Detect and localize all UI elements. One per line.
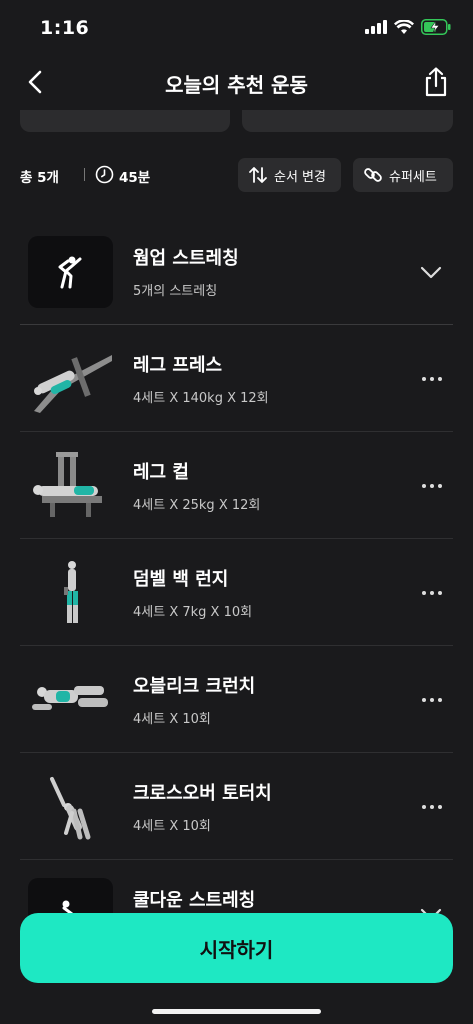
signal-icon [365,20,387,34]
status-time: 1:16 [40,17,90,39]
exercise-name: 오블리크 크런치 [133,676,256,697]
clock-icon [95,165,114,184]
reorder-button[interactable]: 순서 변경 [238,158,341,192]
superset-button[interactable]: 슈퍼세트 [353,158,453,192]
home-indicator [152,1009,321,1014]
exercise-detail: 4세트 X 140kg X 12회 [133,391,269,406]
reorder-label: 순서 변경 [274,169,326,185]
workout-summary: 총 5개 45분 순서 변경 슈퍼세트 [20,158,453,192]
more-icon[interactable] [421,796,443,818]
battery-charging-icon [421,19,451,35]
exercise-name: 덤벨 백 런지 [133,569,229,590]
chevron-down-icon[interactable] [419,260,443,284]
leg-press-illustration [34,355,112,413]
status-bar: 1:16 [0,0,473,56]
exercise-name: 레그 프레스 [133,355,223,376]
exercise-detail: 5개의 스트레칭 [133,284,218,299]
warmup-row[interactable]: 웜업 스트레칭 5개의 스트레칭 [20,218,453,325]
exercise-thumbnail [28,450,113,522]
exercise-thumbnail [28,557,113,629]
exercise-row[interactable]: 레그 프레스 4세트 X 140kg X 12회 [20,325,453,432]
crossover-toe-touch-illustration [50,777,91,840]
exercise-detail: 4세트 X 10회 [133,712,211,727]
wifi-icon [394,19,414,34]
info-card-peek [20,110,230,132]
more-icon[interactable] [421,368,443,390]
sort-arrows-icon [249,167,267,183]
more-icon[interactable] [421,689,443,711]
exercise-row[interactable]: 레그 컬 4세트 X 25kg X 12회 [20,432,453,539]
share-icon[interactable] [421,66,451,98]
exercise-thumbnail [28,771,113,843]
link-icon [364,168,382,182]
leg-curl-illustration [33,452,102,517]
dumbbell-back-lunge-illustration [64,561,78,623]
status-icons [365,19,451,35]
info-card-peek [242,110,453,132]
exercise-count: 총 5개 [20,170,59,186]
start-button[interactable]: 시작하기 [20,913,453,983]
more-icon[interactable] [421,582,443,604]
exercise-row[interactable]: 덤벨 백 런지 4세트 X 7kg X 10회 [20,539,453,646]
superset-label: 슈퍼세트 [389,169,437,185]
exercise-name: 쿨다운 스트레칭 [133,890,256,911]
page-title: 오늘의 추천 운동 [165,73,308,97]
exercise-thumbnail [28,664,113,736]
more-icon[interactable] [421,475,443,497]
exercise-row[interactable]: 크로스오버 토터치 4세트 X 10회 [20,753,453,860]
exercise-detail: 4세트 X 25kg X 12회 [133,498,261,513]
exercise-detail: 4세트 X 10회 [133,819,211,834]
exercise-name: 웜업 스트레칭 [133,248,239,269]
exercise-detail: 4세트 X 7kg X 10회 [133,605,253,620]
start-button-label: 시작하기 [199,937,274,962]
oblique-crunch-illustration [32,686,108,710]
nav-bar: 오늘의 추천 운동 [0,56,473,110]
exercise-list: 웜업 스트레칭 5개의 스트레칭 레그 프레스 4세트 X 140kg X 12… [20,218,453,967]
divider [84,168,85,181]
workout-duration: 45분 [119,170,151,186]
exercise-name: 레그 컬 [133,462,189,483]
exercise-name: 크로스오버 토터치 [133,783,272,804]
exercise-row[interactable]: 오블리크 크런치 4세트 X 10회 [20,646,453,753]
warmup-thumbnail [28,236,113,308]
stretch-icon [58,256,82,289]
exercise-thumbnail [28,343,113,415]
